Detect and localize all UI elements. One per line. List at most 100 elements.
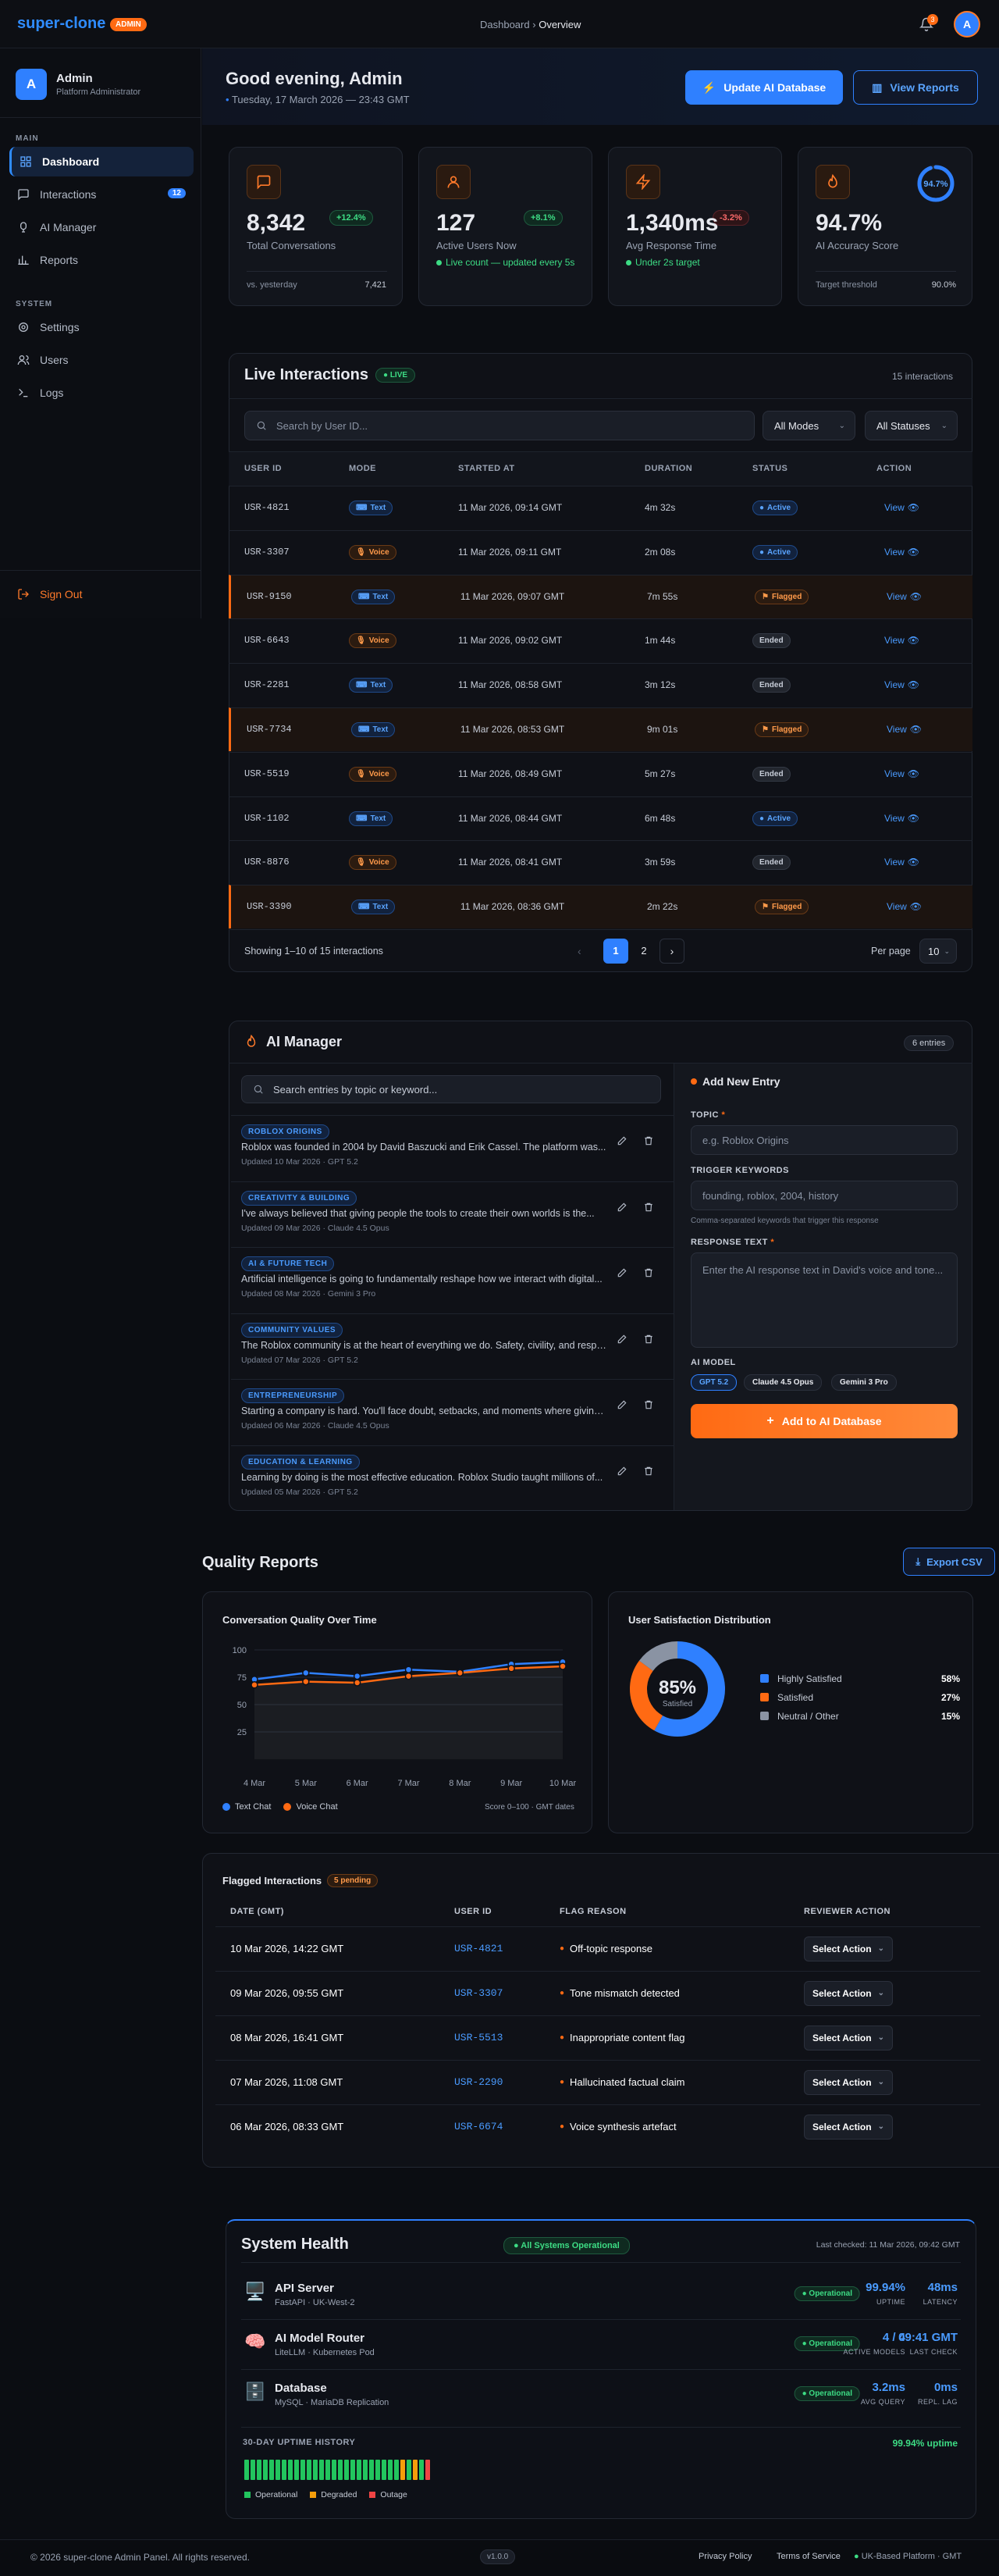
user-search-input[interactable]: Search by User ID... — [244, 411, 755, 440]
sidebar-item-users[interactable]: Users — [9, 345, 194, 375]
user-id: USR-3390 — [247, 901, 292, 913]
avatar[interactable]: A — [954, 11, 980, 37]
view-button[interactable]: View 👁 — [884, 502, 919, 513]
flag-reason: Voice synthesis artefact — [570, 2121, 677, 2132]
sidebar-item-interactions[interactable]: Interactions 12 — [9, 180, 194, 209]
per-page-select[interactable]: 10 ⌄ — [919, 939, 957, 964]
privacy-link[interactable]: Privacy Policy — [699, 2552, 752, 2561]
edit-icon[interactable] — [617, 1466, 627, 1479]
sidebar-item-logs[interactable]: Logs — [9, 378, 194, 408]
edit-icon[interactable] — [617, 1267, 627, 1281]
entry-text: Artificial intelligence is going to fund… — [241, 1274, 603, 1284]
trash-icon[interactable] — [643, 1135, 654, 1149]
model-chip-gpt[interactable]: GPT 5.2 — [691, 1374, 738, 1391]
live-note: Live count — updated every 5s — [436, 257, 577, 268]
legend-swatch — [760, 1712, 769, 1720]
update-ai-database-button[interactable]: ⚡ Update AI Database — [685, 70, 843, 105]
user-id-link[interactable]: USR-6674 — [454, 2121, 503, 2132]
view-button[interactable]: View 👁 — [884, 547, 919, 558]
breadcrumb-current: Overview — [539, 19, 581, 30]
trash-icon[interactable] — [643, 1399, 654, 1413]
legend-swatch — [310, 2492, 317, 2498]
response-textarea[interactable]: Enter the AI response text in David's vo… — [691, 1252, 958, 1348]
status-filter-value: All Statuses — [876, 419, 930, 432]
view-button[interactable]: View 👁 — [887, 724, 922, 735]
edit-icon[interactable] — [617, 1334, 627, 1347]
edit-icon[interactable] — [617, 1399, 627, 1413]
view-button[interactable]: View 👁 — [884, 635, 919, 646]
view-reports-button[interactable]: ▥ View Reports — [853, 70, 978, 105]
topic-input[interactable]: e.g. Roblox Origins — [691, 1125, 958, 1155]
view-button[interactable]: View 👁 — [884, 768, 919, 779]
sidebar-item-label: Reports — [40, 254, 79, 266]
page-button-1[interactable]: 1 — [603, 939, 628, 964]
trash-icon[interactable] — [643, 1466, 654, 1479]
sidebar-item-settings[interactable]: Settings — [9, 312, 194, 342]
keyboard-icon: ⌨ — [358, 725, 370, 734]
stat-value: 1,340ms — [626, 210, 719, 236]
user-id-link[interactable]: USR-2290 — [454, 2076, 503, 2088]
region-text: UK-Based Platform · GMT — [861, 2552, 962, 2561]
reviewer-action-select[interactable]: Select Action ⌄ — [804, 2070, 893, 2095]
stat-card-total-conversations: +12.4% 8,342 Total Conversations vs. yes… — [229, 147, 403, 306]
view-button[interactable]: View 👁 — [887, 901, 922, 912]
next-page-button[interactable]: › — [659, 939, 684, 964]
breadcrumb-root[interactable]: Dashboard — [480, 19, 530, 30]
export-csv-button[interactable]: ⤓ Export CSV — [903, 1548, 995, 1576]
service-name: AI Model Router — [275, 2332, 364, 2345]
model-chip-claude[interactable]: Claude 4.5 Opus — [744, 1374, 823, 1391]
reviewer-action-select[interactable]: Select Action ⌄ — [804, 2115, 893, 2140]
stat-value: 127 — [436, 210, 476, 236]
stat-value: 94.7% — [816, 210, 883, 236]
current-time: 23:43 GMT — [358, 94, 410, 105]
entry-search-input[interactable]: Search entries by topic or keyword... — [241, 1075, 661, 1103]
search-icon — [254, 1085, 263, 1094]
donut-center-value: 85% — [658, 1677, 697, 1698]
uptime-bar-ok — [263, 2460, 268, 2480]
page-title: Good evening, Admin — [226, 69, 403, 88]
user-id-link[interactable]: USR-5513 — [454, 2032, 503, 2043]
donut-center-label: Satisfied — [662, 1700, 693, 1708]
trash-icon[interactable] — [643, 1202, 654, 1215]
reviewer-action-select[interactable]: Select Action ⌄ — [804, 2026, 893, 2050]
page-button-2[interactable]: 2 — [631, 939, 656, 964]
service-subtitle: MySQL · MariaDB Replication — [275, 2398, 389, 2407]
brand-logo[interactable]: super-clone — [17, 15, 105, 33]
entry-tag: COMMUNITY VALUES — [241, 1322, 343, 1338]
reviewer-action-select[interactable]: Select Action ⌄ — [804, 1936, 893, 1961]
sidebar-item-dashboard[interactable]: Dashboard — [9, 147, 194, 176]
user-icon — [436, 165, 471, 199]
sidebar-item-ai-manager[interactable]: AI Manager — [9, 212, 194, 242]
status-badge: Ended — [752, 678, 791, 693]
view-label: View — [887, 901, 907, 913]
view-button[interactable]: View 👁 — [884, 857, 919, 868]
flame-icon — [244, 1034, 258, 1051]
legend-swatch — [760, 1693, 769, 1701]
sign-out-button[interactable]: Sign Out — [9, 579, 194, 609]
status-filter-select[interactable]: All Statuses ⌄ — [865, 411, 958, 440]
edit-icon[interactable] — [617, 1135, 627, 1149]
view-button[interactable]: View 👁 — [884, 813, 919, 824]
status-badge: ⚑ Flagged — [755, 900, 809, 915]
metric-value: 09:41 GMT — [898, 2331, 958, 2344]
user-id-link[interactable]: USR-3307 — [454, 1987, 503, 1999]
user-id-link[interactable]: USR-4821 — [454, 1943, 503, 1954]
trash-icon[interactable] — [643, 1334, 654, 1347]
terms-link[interactable]: Terms of Service — [777, 2552, 841, 2561]
edit-icon[interactable] — [617, 1202, 627, 1215]
mode-filter-select[interactable]: All Modes ⌄ — [763, 411, 855, 440]
x-tick-label: 4 Mar — [244, 1779, 265, 1788]
prev-page-button[interactable]: ‹ — [578, 945, 581, 957]
reviewer-action-select[interactable]: Select Action ⌄ — [804, 1981, 893, 2006]
eye-icon: 👁 — [909, 901, 923, 913]
sidebar-item-reports[interactable]: Reports — [9, 245, 194, 275]
column-header: FLAG REASON — [560, 1907, 627, 1916]
data-point — [353, 1679, 361, 1687]
trash-icon[interactable] — [643, 1267, 654, 1281]
view-button[interactable]: View 👁 — [884, 679, 919, 690]
keywords-input[interactable]: founding, roblox, 2004, history — [691, 1181, 958, 1210]
add-to-ai-database-button[interactable]: + Add to AI Database — [691, 1404, 958, 1438]
model-chip-gemini[interactable]: Gemini 3 Pro — [831, 1374, 897, 1391]
view-button[interactable]: View 👁 — [887, 591, 922, 602]
orange-dot — [691, 1078, 697, 1085]
